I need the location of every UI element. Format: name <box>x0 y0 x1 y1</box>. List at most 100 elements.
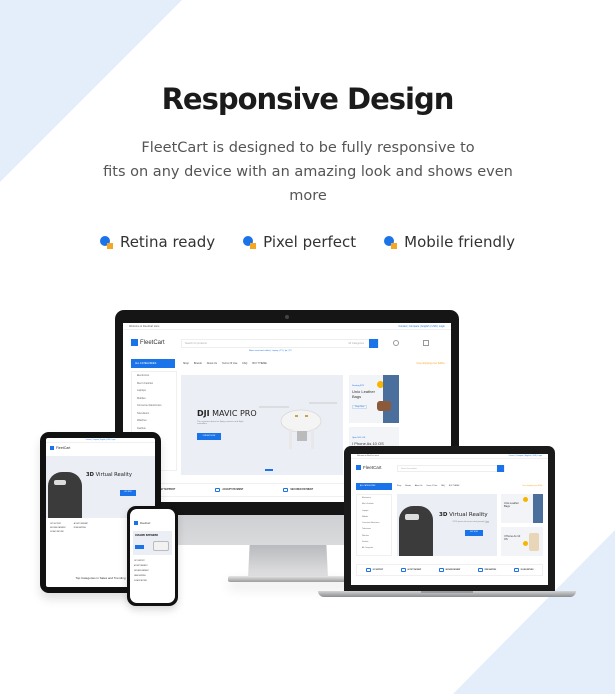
service-feature: SECURED PAYMENT <box>283 488 313 492</box>
speaker-image <box>153 541 169 551</box>
site-topbar: Welcome to FleetCart store Contact | Com… <box>351 454 548 459</box>
nav-item: Terms Of Use <box>426 485 438 487</box>
hero-slider: XIAOMI SPEAKER <box>133 531 172 555</box>
service-feature: FREE SHIPPING <box>477 568 496 572</box>
nav-item: Brands <box>193 362 202 365</box>
site-logo: FleetCart <box>50 446 70 450</box>
logo-text: FleetCart <box>363 465 382 470</box>
hero-title: DJI MAVIC PRO <box>197 409 257 418</box>
hero-title: XIAOMI SPEAKER <box>135 534 158 537</box>
feature-list: Retina ready Pixel perfect Mobile friend… <box>0 233 615 251</box>
description-line: FleetCart is designed to be fully respon… <box>141 140 475 156</box>
category-item: Laptops <box>137 389 146 392</box>
site-logo: FleetCart <box>131 339 165 346</box>
service-features: 24/7 SUPPORT ACCEPT PAYMENT SECURED PAYM… <box>356 564 543 576</box>
hero-cta-button: BUY NOW <box>120 490 136 496</box>
site-logo: FleetCart <box>356 465 382 470</box>
promo-banner-bags: Unio Leather Bags <box>501 494 543 523</box>
service-feature: ACCEPT PAYMENT <box>134 566 148 567</box>
nav-item: BUY THEME <box>252 362 267 365</box>
hero-slider: 3D Virtual Reality VR 3D glasses with re… <box>397 494 497 556</box>
hero-title-light: Virtual Reality <box>449 512 488 518</box>
phone-image <box>529 533 539 551</box>
site-logo: FleetCart <box>134 521 150 525</box>
top-links: Contact | Compare | English | USD | Logi… <box>46 438 155 443</box>
hero-slider: DJI MAVIC PRO The smartest drone for fly… <box>181 375 343 475</box>
all-categories-button: ALL CATEGORIES <box>131 359 175 368</box>
nav-item: Terms Of Use <box>222 362 238 365</box>
feature-item: Pixel perfect <box>243 233 356 251</box>
service-feature: 30 DAYS RETURN <box>134 581 147 582</box>
nav-item: FAQ <box>242 362 248 365</box>
decorative-dot <box>523 497 528 502</box>
hero-title-bold: DJI <box>197 409 210 418</box>
service-feature: ACCEPT PAYMENT <box>73 524 89 525</box>
nav-item: Shop <box>397 485 402 487</box>
site-nav: Shop Brands About Us Terms Of Use FAQ BU… <box>183 362 267 365</box>
hero-title: 3D Virtual Reality <box>439 512 488 518</box>
hero-title-bold: 3D <box>439 512 448 518</box>
logo-icon <box>131 339 138 346</box>
popular-searches: Most searched: tablet | Laptop | TV | Ip… <box>249 350 292 352</box>
category-item: All Categories <box>362 547 374 550</box>
search-icon <box>497 465 504 472</box>
description-line: fits on any device with an amazing look … <box>103 164 513 180</box>
feature-item: Mobile friendly <box>384 233 515 251</box>
banner-tag: Starting $79 <box>352 385 364 387</box>
feature-label: Retina ready <box>119 233 216 251</box>
logo-text: FleetCart <box>140 339 165 346</box>
webcam-icon <box>285 315 289 319</box>
welcome-text: Welcome to FleetCart store <box>129 325 160 328</box>
top-links: Contact | Compare | English | USD | Logi… <box>508 455 542 457</box>
category-item: Mobiles <box>137 396 146 400</box>
search-placeholder: Search for products <box>401 468 417 470</box>
category-sidebar: Electronics Men's Fashion Laptops Mobile… <box>356 494 392 556</box>
service-feature: FREE SHIPPING <box>73 528 87 529</box>
vr-headset-image <box>405 514 419 520</box>
hero-title-light: MAVIC PRO <box>212 409 257 418</box>
all-categories-button: ALL CATEGORIES <box>356 483 392 490</box>
banner-title: Unio Leather Bags <box>504 502 519 508</box>
description: FleetCart is designed to be fully respon… <box>90 136 526 208</box>
banner-title: I Phone As 10 OS <box>504 535 521 541</box>
vr-person-image <box>48 472 82 518</box>
model-image <box>533 494 543 523</box>
hero-subtitle: The smartest drone for flying cameras an… <box>197 421 244 425</box>
service-feature: 24/7 SUPPORT <box>134 561 145 562</box>
service-feature: ACCEPT PAYMENT <box>215 488 243 492</box>
category-item: Consumer Electronics <box>137 404 162 407</box>
top-links: Contact | Compare | English | USD | Logi… <box>398 325 445 328</box>
service-feature: SECURED PAYMENT <box>134 571 149 572</box>
page-title: Responsive Design <box>161 82 455 116</box>
hero-cta-button: BUY NOW <box>465 530 483 536</box>
free-shipping-note: Free shipping over $100+ <box>416 362 445 365</box>
logo-text: FleetCart <box>56 446 71 450</box>
bullet-icon <box>243 236 257 249</box>
category-item: Televisions <box>137 411 150 415</box>
category-item: Fashion <box>137 426 146 430</box>
service-features: 24/7 SUPPORT ACCEPT PAYMENT SECURED PAYM… <box>134 561 149 582</box>
nav-item: About Us <box>206 362 218 365</box>
hero-title-light: Virtual Reality <box>95 472 132 478</box>
logo-icon <box>50 446 54 450</box>
banner-title: Unio Leather Bags <box>352 389 375 399</box>
service-feature: SECURED PAYMENT <box>438 568 460 572</box>
hero-cta-button <box>135 545 144 549</box>
bullet-icon <box>384 236 398 249</box>
cart-icon <box>423 340 429 346</box>
description-line: more <box>289 188 327 204</box>
category-item: Electronics <box>137 374 150 377</box>
promo-banner-bags: Starting $79 Unio Leather Bags Shop Now <box>349 375 399 423</box>
search-category: All Categories <box>348 342 364 345</box>
service-feature: 30 DAYS RETURN <box>50 532 64 533</box>
bag-image <box>377 401 391 411</box>
nav-item: About Us <box>414 485 423 487</box>
free-shipping-note: Free shipping over $100+ <box>522 485 543 487</box>
phone-screen: FleetCart XIAOMI SPEAKER 24/7 SUPPORT AC… <box>130 509 175 603</box>
service-feature: SECURED PAYMENT <box>50 528 66 529</box>
service-feature: 24/7 SUPPORT <box>365 568 383 572</box>
banner-tag: Upto 50% Off <box>352 437 366 439</box>
hero-subtitle: VR 3D glasses with remote control gamepa… <box>452 522 490 524</box>
feature-label: Pixel perfect <box>263 233 357 251</box>
laptop-screen: Welcome to FleetCart store Contact | Com… <box>351 454 548 585</box>
